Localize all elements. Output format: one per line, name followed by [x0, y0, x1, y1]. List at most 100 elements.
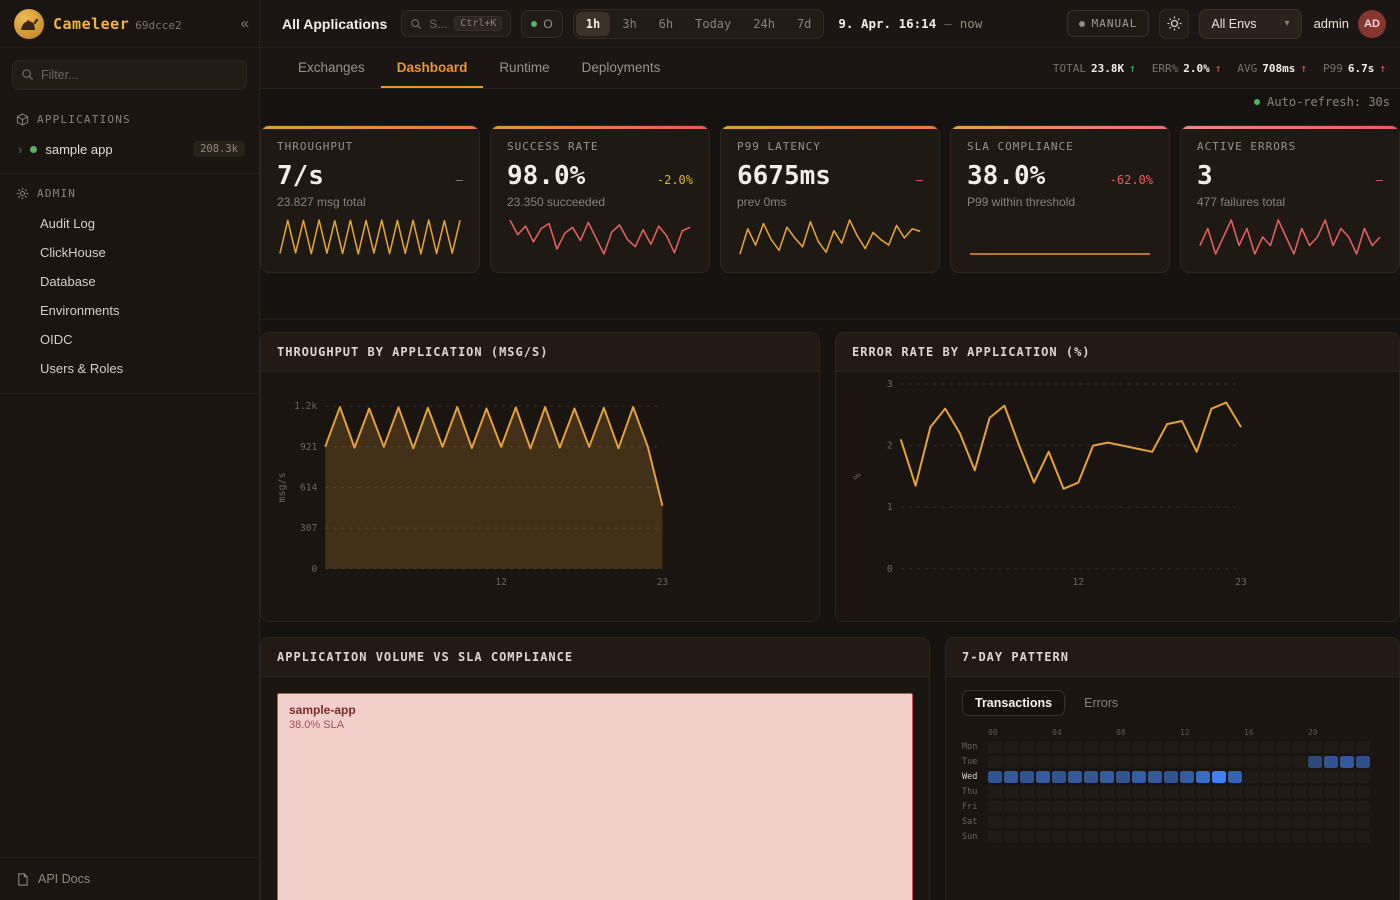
heatmap-cell[interactable] [1132, 831, 1146, 843]
sidebar-item-audit-log[interactable]: Audit Log [0, 209, 259, 238]
heatmap-cell[interactable] [1068, 816, 1082, 828]
heatmap-cell[interactable] [1084, 786, 1098, 798]
heatmap-cell[interactable] [1148, 756, 1162, 768]
heatmap-cell[interactable] [1164, 801, 1178, 813]
heatmap-cell[interactable] [1132, 801, 1146, 813]
heatmap-cell[interactable] [1260, 831, 1274, 843]
heatmap-cell[interactable] [1308, 756, 1322, 768]
heatmap-cell[interactable] [1036, 741, 1050, 753]
heatmap-cell[interactable] [1020, 741, 1034, 753]
heatmap-cell[interactable] [1164, 786, 1178, 798]
heatmap-cell[interactable] [1036, 831, 1050, 843]
heatmap-cell[interactable] [1356, 801, 1370, 813]
heatmap-cell[interactable] [1276, 786, 1290, 798]
heatmap-cell[interactable] [1084, 816, 1098, 828]
heatmap-cell[interactable] [1260, 801, 1274, 813]
heatmap-cell[interactable] [1004, 801, 1018, 813]
heatmap-cell[interactable] [1356, 756, 1370, 768]
heatmap-cell[interactable] [1228, 741, 1242, 753]
heatmap-cell[interactable] [1212, 831, 1226, 843]
heatmap-cell[interactable] [1212, 741, 1226, 753]
heatmap-cell[interactable] [1340, 771, 1354, 783]
sidebar-collapse-button[interactable]: « [241, 15, 249, 32]
heatmap-cell[interactable] [1308, 741, 1322, 753]
sidebar-item-database[interactable]: Database [0, 267, 259, 296]
heatmap-cell[interactable] [1100, 741, 1114, 753]
heatmap-cell[interactable] [1132, 756, 1146, 768]
heatmap-cell[interactable] [1324, 816, 1338, 828]
heatmap-cell[interactable] [1100, 801, 1114, 813]
heatmap-cell[interactable] [1036, 756, 1050, 768]
heatmap-cell[interactable] [1340, 801, 1354, 813]
heatmap-cell[interactable] [1164, 741, 1178, 753]
heatmap-cell[interactable] [1116, 756, 1130, 768]
heatmap-cell[interactable] [1004, 831, 1018, 843]
heatmap-cell[interactable] [1244, 771, 1258, 783]
heatmap-cell[interactable] [1228, 756, 1242, 768]
heatmap-cell[interactable] [1100, 786, 1114, 798]
range-button-3h[interactable]: 3h [612, 12, 646, 36]
heatmap-cell[interactable] [1068, 786, 1082, 798]
heatmap-cell[interactable] [1116, 831, 1130, 843]
heatmap-cell[interactable] [1164, 756, 1178, 768]
tab-transactions[interactable]: Transactions [962, 690, 1065, 716]
api-docs-link[interactable]: API Docs [0, 857, 259, 900]
heatmap-cell[interactable] [988, 801, 1002, 813]
heatmap-cell[interactable] [1052, 771, 1066, 783]
heatmap-cell[interactable] [1292, 756, 1306, 768]
heatmap-cell[interactable] [1212, 801, 1226, 813]
heatmap-cell[interactable] [1052, 786, 1066, 798]
heatmap-cell[interactable] [1116, 741, 1130, 753]
heatmap-cell[interactable] [1340, 756, 1354, 768]
heatmap-cell[interactable] [1308, 831, 1322, 843]
heatmap-cell[interactable] [1212, 771, 1226, 783]
manual-refresh-button[interactable]: MANUAL [1067, 10, 1150, 37]
heatmap-cell[interactable] [1148, 771, 1162, 783]
range-button-7d[interactable]: 7d [787, 12, 821, 36]
heatmap-cell[interactable] [1260, 741, 1274, 753]
tab-deployments[interactable]: Deployments [566, 48, 677, 88]
heatmap-cell[interactable] [1068, 831, 1082, 843]
heatmap-cell[interactable] [1244, 831, 1258, 843]
heatmap-cell[interactable] [1116, 801, 1130, 813]
heatmap-cell[interactable] [1340, 741, 1354, 753]
sidebar-item-clickhouse[interactable]: ClickHouse [0, 238, 259, 267]
heatmap-cell[interactable] [1228, 786, 1242, 798]
heatmap-cell[interactable] [1292, 831, 1306, 843]
heatmap-cell[interactable] [1084, 756, 1098, 768]
heatmap-cell[interactable] [1276, 756, 1290, 768]
heatmap-cell[interactable] [1132, 741, 1146, 753]
heatmap-cell[interactable] [1244, 801, 1258, 813]
heatmap-cell[interactable] [1004, 816, 1018, 828]
heatmap-cell[interactable] [1260, 786, 1274, 798]
heatmap-cell[interactable] [1004, 756, 1018, 768]
treemap-node-sample-app[interactable]: sample-app 38.0% SLA [277, 693, 913, 900]
heatmap-cell[interactable] [1164, 816, 1178, 828]
heatmap-cell[interactable] [1180, 771, 1194, 783]
heatmap-cell[interactable] [1180, 786, 1194, 798]
avatar[interactable]: AD [1358, 10, 1386, 38]
heatmap-cell[interactable] [988, 831, 1002, 843]
heatmap-cell[interactable] [1180, 831, 1194, 843]
heatmap-cell[interactable] [1100, 756, 1114, 768]
heatmap-cell[interactable] [1068, 756, 1082, 768]
heatmap-cell[interactable] [1116, 816, 1130, 828]
heatmap-cell[interactable] [1244, 786, 1258, 798]
heatmap-cell[interactable] [1084, 771, 1098, 783]
heatmap-cell[interactable] [1148, 786, 1162, 798]
tab-runtime[interactable]: Runtime [483, 48, 565, 88]
heatmap-cell[interactable] [1100, 816, 1114, 828]
heatmap-cell[interactable] [1228, 816, 1242, 828]
heatmap-cell[interactable] [1020, 756, 1034, 768]
heatmap-cell[interactable] [988, 756, 1002, 768]
heatmap-cell[interactable] [1180, 816, 1194, 828]
range-button-6h[interactable]: 6h [649, 12, 683, 36]
filter-input[interactable] [12, 60, 247, 90]
heatmap-cell[interactable] [1180, 741, 1194, 753]
heatmap-cell[interactable] [1356, 786, 1370, 798]
heatmap-cell[interactable] [1196, 741, 1210, 753]
heatmap-cell[interactable] [1020, 771, 1034, 783]
heatmap-cell[interactable] [1308, 786, 1322, 798]
heatmap-cell[interactable] [1148, 741, 1162, 753]
heatmap-cell[interactable] [1228, 801, 1242, 813]
